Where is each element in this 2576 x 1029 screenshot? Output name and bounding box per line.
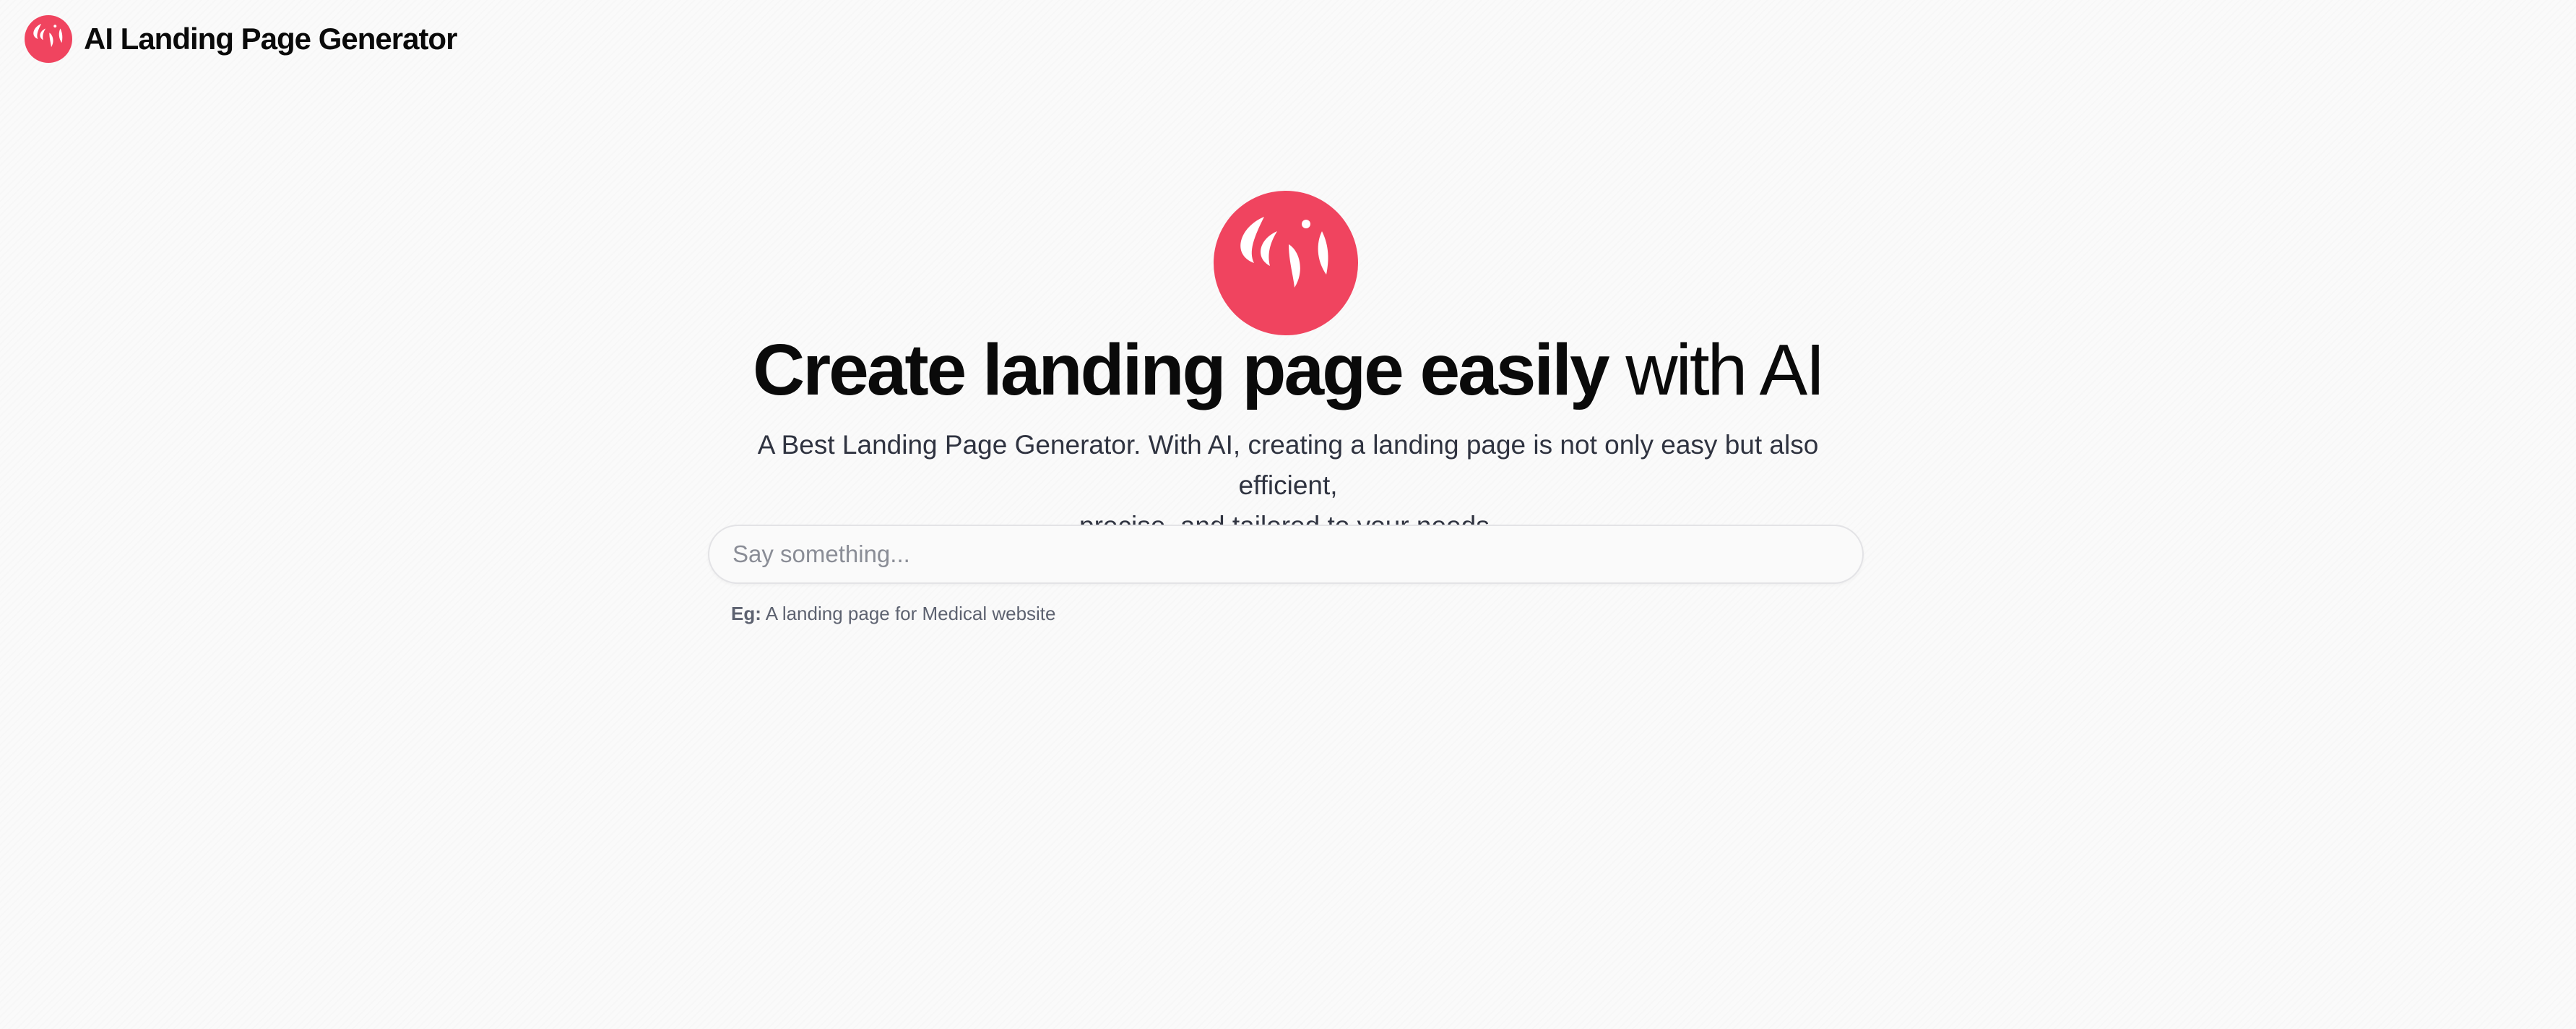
example-text: A landing page for Medical website	[765, 603, 1056, 624]
headline-light: with AI	[1625, 330, 1825, 410]
phoenix-icon	[1214, 191, 1358, 335]
subtitle-line-1: A Best Landing Page Generator. With AI, …	[757, 430, 1819, 500]
example-hint: Eg: A landing page for Medical website	[731, 603, 1056, 625]
app-title[interactable]: AI Landing Page Generator	[84, 22, 457, 56]
headline-bold: Create landing page easily	[753, 330, 1610, 410]
prompt-container	[708, 525, 1864, 584]
site-header: AI Landing Page Generator	[25, 14, 457, 64]
phoenix-icon[interactable]	[25, 15, 72, 63]
hero-headline: Create landing page easily with AI	[0, 328, 2576, 412]
prompt-input[interactable]	[709, 526, 1862, 582]
example-label: Eg:	[731, 603, 761, 624]
